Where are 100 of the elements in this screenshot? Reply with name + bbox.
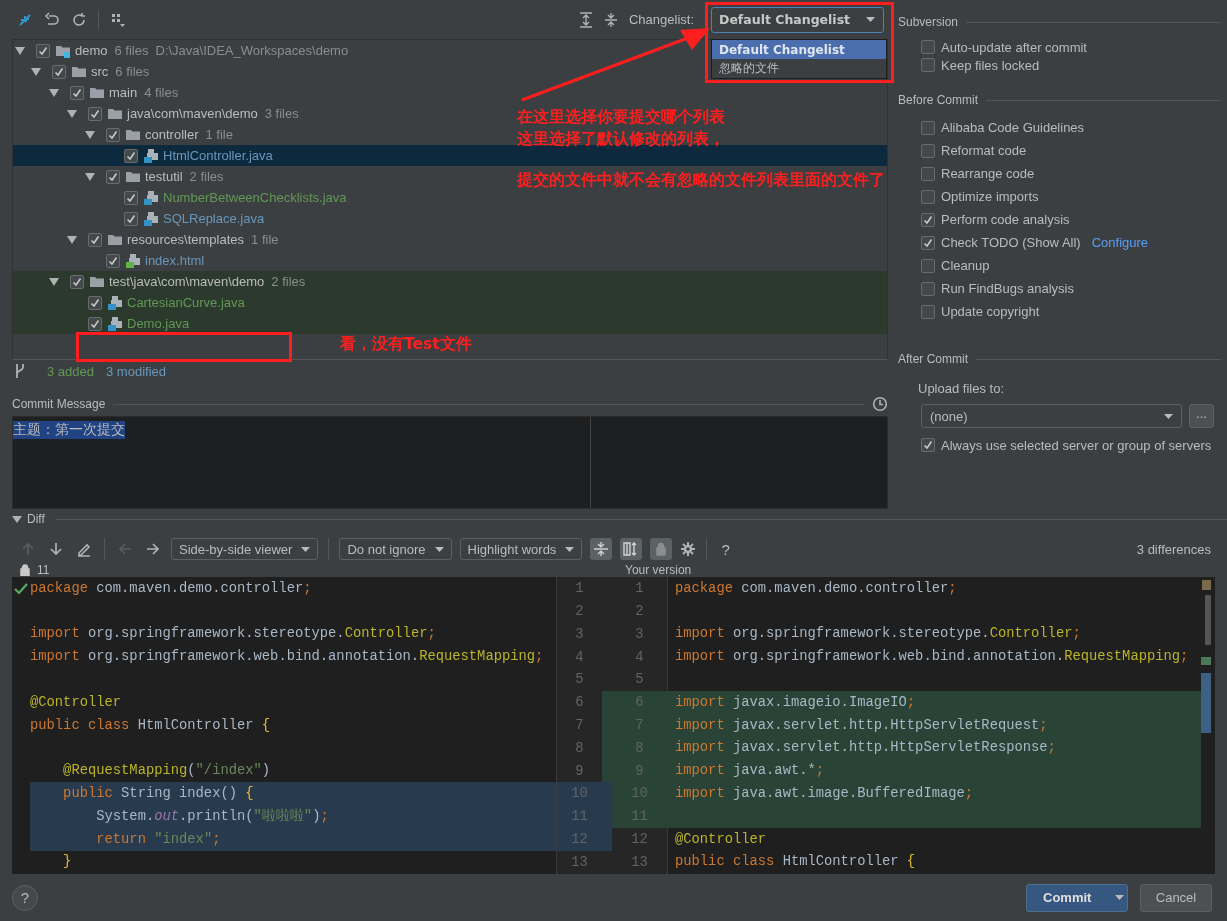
expand-arrow-icon[interactable] [15,46,25,55]
checkbox[interactable] [124,211,138,226]
move-icon[interactable] [17,11,33,28]
browse-button[interactable]: ... [1189,404,1214,428]
change-summary[interactable]: 3 modified [106,363,166,379]
upload-target-dropdown[interactable]: (none) [921,404,1182,428]
expand-arrow-icon[interactable] [67,235,77,244]
message-text: 主题：第一次提交 [13,421,125,439]
cancel-button[interactable]: Cancel [1140,883,1212,912]
checkbox[interactable] [88,106,102,121]
refresh-icon[interactable] [71,11,87,28]
tree-row[interactable]: Demo.java [13,313,887,334]
checkbox[interactable] [124,190,138,205]
file-name[interactable]: NumberBetweenChecklists.java [163,190,347,205]
file-name[interactable]: index.html [145,253,205,268]
commit-button[interactable]: Commit [1026,883,1128,912]
help-button[interactable]: ? [717,540,734,558]
tree-row[interactable]: CartesianCurve.java [13,292,887,313]
caret-icon[interactable] [1164,413,1173,419]
checkbox[interactable] [921,304,935,319]
collapse-all-icon[interactable] [603,11,618,28]
dropdown[interactable]: Side-by-side viewer [171,538,319,560]
down-arrow-icon[interactable] [48,541,64,557]
checkbox[interactable] [921,189,935,204]
checkbox[interactable] [921,235,935,250]
tree-row[interactable]: test\java\com\maven\demo 2 files [13,271,887,292]
checkbox[interactable] [36,43,50,58]
expand-arrow-icon[interactable] [49,88,59,97]
caret-icon[interactable] [565,546,575,552]
checkbox[interactable] [921,143,935,158]
settings-icon[interactable] [680,541,697,557]
checkbox-label[interactable]: Auto-update after commit [941,39,1087,55]
checkbox-label[interactable]: Always use selected server or group of servers [941,437,1212,453]
checkbox[interactable] [70,274,84,289]
file-name[interactable]: demo [75,43,108,58]
checkbox[interactable] [921,212,935,227]
checkbox-label[interactable]: Update copyright [941,304,1040,319]
checkbox[interactable] [106,169,120,184]
checkbox-label[interactable]: Check TODO (Show All) [941,235,1081,250]
file-name[interactable]: java\com\maven\demo [127,106,258,121]
file-name[interactable]: main [109,85,138,100]
toggle-button[interactable] [590,538,613,560]
file-name[interactable]: resources\templates [127,232,245,247]
caret-icon[interactable] [301,546,311,552]
checkbox-label[interactable]: Alibaba Code Guidelines [941,120,1085,135]
checkbox[interactable] [106,127,120,142]
dropdown[interactable]: Highlight words [459,538,583,560]
menu-item[interactable]: Default Changelist [712,40,886,59]
checkbox[interactable] [106,253,120,268]
checkbox[interactable] [921,438,935,452]
changelist-dropdown[interactable]: Default Changelist [711,6,884,33]
checkbox[interactable] [52,64,66,79]
configure-link[interactable]: Configure [1091,235,1149,250]
checkbox[interactable] [921,58,935,72]
group-icon[interactable] [110,11,126,28]
expand-arrow-icon[interactable] [49,277,59,286]
expand-arrow-icon[interactable] [85,130,95,139]
checkbox[interactable] [921,40,935,54]
checkbox[interactable] [88,295,102,310]
caret-icon[interactable] [1115,895,1125,900]
file-name[interactable]: testutil [145,169,183,184]
expand-arrow-icon[interactable] [31,67,41,76]
help-button[interactable]: ? [12,884,38,911]
checkbox-label[interactable]: Run FindBugs analysis [941,281,1074,296]
caret-icon[interactable] [434,546,444,552]
file-name[interactable]: SQLReplace.java [163,211,265,226]
checkbox[interactable] [921,258,935,273]
checkbox[interactable] [921,166,935,181]
checkbox[interactable] [921,120,935,135]
checkbox[interactable] [88,232,102,247]
checkbox[interactable] [124,148,138,163]
undo-icon[interactable] [44,11,60,28]
checkbox[interactable] [921,281,935,296]
file-name[interactable]: src [91,64,109,79]
line-number: 11 [557,805,602,829]
expand-all-icon[interactable] [578,11,593,28]
pencil-icon[interactable] [76,541,92,557]
checkbox-label[interactable]: Perform code analysis [941,212,1070,227]
history-icon[interactable] [872,396,888,412]
code-line: import org.springframework.stereotype.Controller; [674,625,1082,644]
change-summary[interactable]: 3 added [47,363,94,379]
expand-arrow-icon[interactable] [85,172,95,181]
right-arrow-icon[interactable] [145,541,161,557]
checkbox-label[interactable]: Keep files locked [941,57,1040,73]
checkbox[interactable] [88,316,102,331]
menu-item[interactable]: 忽略的文件 [712,59,886,78]
caret-icon[interactable] [866,17,875,22]
checkbox-label[interactable]: Optimize imports [941,189,1039,204]
toggle-button[interactable] [620,538,643,560]
collapse-arrow-icon[interactable] [12,515,22,523]
checkbox-label[interactable]: Cleanup [941,258,990,273]
toggle-button[interactable] [650,538,673,560]
checkbox-label[interactable]: Rearrange code [941,166,1035,181]
file-name[interactable]: controller [145,127,199,142]
expand-arrow-icon[interactable] [67,109,77,118]
java-file-icon [143,210,159,227]
checkbox-label[interactable]: Reformat code [941,143,1027,158]
dropdown[interactable]: Do not ignore [339,538,452,560]
checkbox[interactable] [70,85,84,100]
commit-message-field[interactable]: 主题：第一次提交 [12,416,888,509]
